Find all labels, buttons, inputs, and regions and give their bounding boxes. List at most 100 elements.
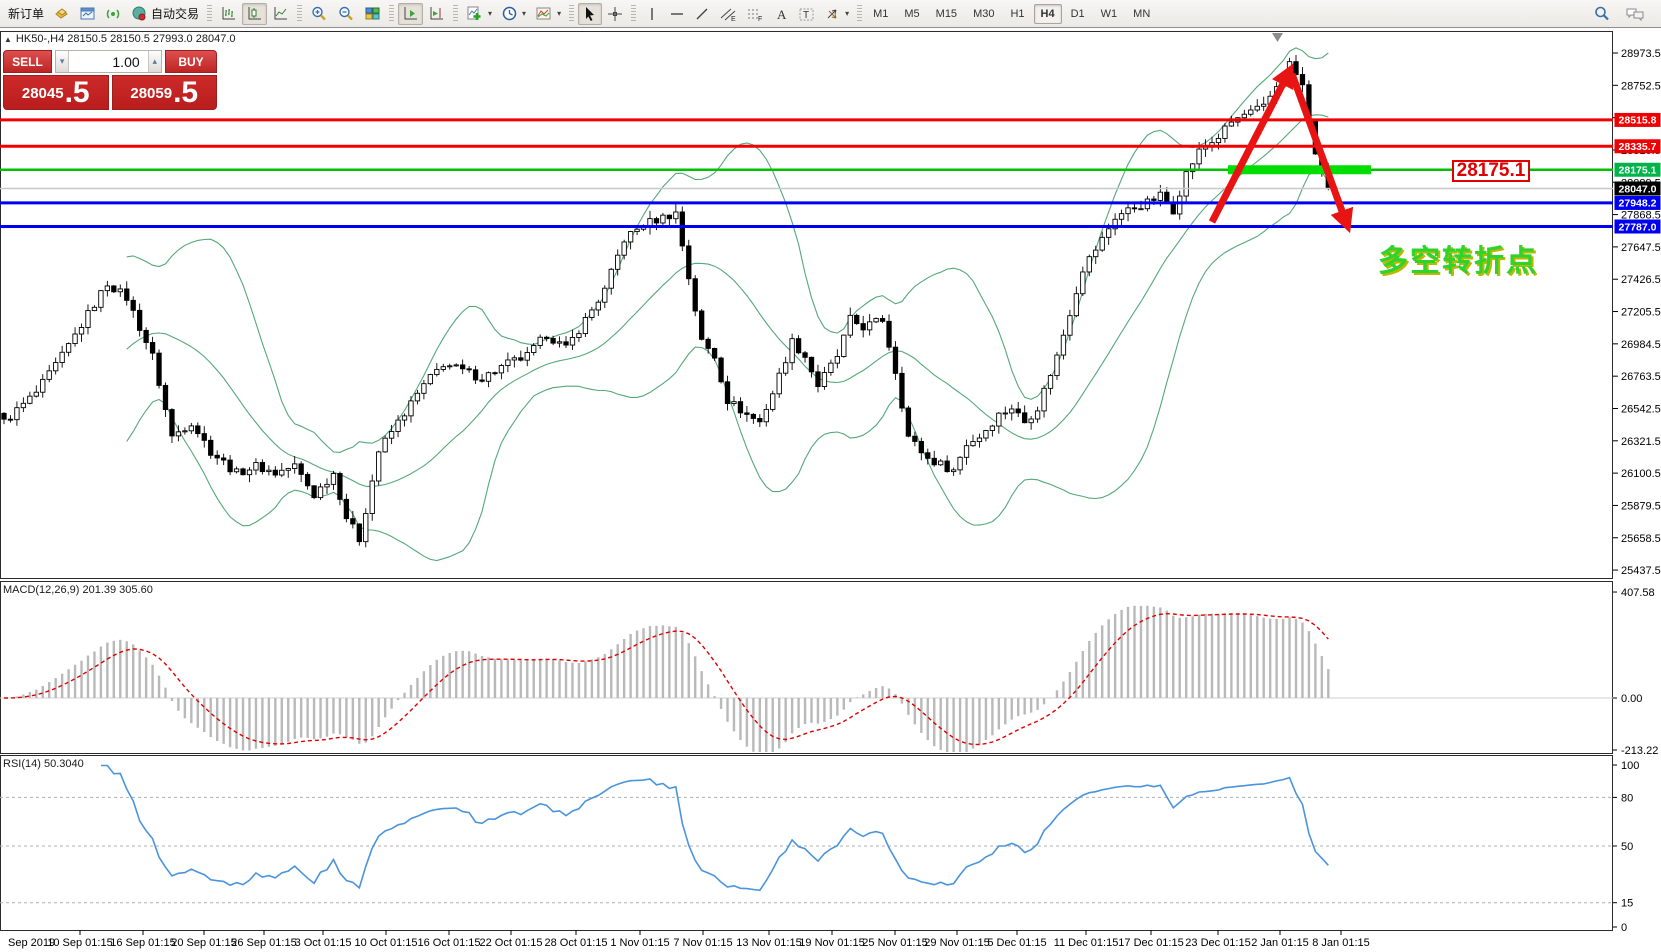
svg-text:29 Nov 01:15: 29 Nov 01:15 — [924, 937, 989, 949]
add-indicator-icon — [466, 5, 484, 22]
svg-text:0.00: 0.00 — [1621, 693, 1642, 705]
buy-price-main: 28059 — [130, 81, 172, 107]
svg-text:25658.5: 25658.5 — [1621, 533, 1661, 545]
auto-scroll-button[interactable] — [398, 3, 423, 25]
chart-window-icon — [79, 5, 96, 22]
text-tool-button[interactable]: A — [769, 3, 793, 25]
chevron-down-icon: ▾ — [522, 9, 526, 18]
svg-text:13 Nov 01:15: 13 Nov 01:15 — [736, 937, 801, 949]
svg-text:407.58: 407.58 — [1621, 587, 1655, 599]
bar-chart-mode-button[interactable] — [216, 3, 241, 25]
zoom-out-button[interactable] — [333, 3, 359, 25]
zoom-in-button[interactable] — [306, 3, 332, 25]
cursor-icon — [582, 6, 598, 22]
volume-input[interactable] — [69, 51, 147, 72]
candlestick-mode-button[interactable] — [242, 3, 267, 25]
crosshair-icon — [607, 6, 623, 22]
svg-text:27787.0: 27787.0 — [1619, 221, 1657, 233]
toolbar-grip[interactable] — [389, 5, 394, 23]
chart-shift-button[interactable] — [424, 3, 449, 25]
search-icon — [1593, 5, 1611, 23]
clock-icon — [501, 5, 518, 22]
toolbar-grip[interactable] — [631, 5, 636, 23]
template-button[interactable]: ▾ — [531, 3, 565, 25]
buy-price[interactable]: 28059 .5 — [112, 75, 218, 110]
svg-text:23 Dec 01:15: 23 Dec 01:15 — [1185, 937, 1250, 949]
svg-text:3 Oct 01:15: 3 Oct 01:15 — [295, 937, 352, 949]
arrows-tool-button[interactable]: ▾ — [820, 3, 853, 25]
timeframe-m1[interactable]: M1 — [866, 4, 895, 24]
vertical-line-tool-button[interactable] — [640, 3, 664, 25]
svg-text:26100.5: 26100.5 — [1621, 468, 1661, 480]
chart-plot[interactable]: 28973.528752.528531.528310.528089.527868… — [0, 0, 1661, 952]
svg-text:28515.8: 28515.8 — [1619, 115, 1657, 127]
timeframe-d1[interactable]: D1 — [1064, 4, 1092, 24]
toolbar-grip[interactable] — [453, 5, 458, 23]
price-level-callout[interactable]: 28175.1 — [1452, 160, 1530, 182]
sell-price[interactable]: 28045 .5 — [3, 75, 109, 110]
svg-text:10 Sep 01:15: 10 Sep 01:15 — [47, 937, 112, 949]
volume-increase-button[interactable]: ▴ — [148, 51, 161, 72]
sell-button[interactable]: SELL — [3, 50, 52, 73]
market-watch-button[interactable] — [49, 3, 74, 25]
new-chart-button[interactable] — [75, 3, 100, 25]
svg-text:-213.22: -213.22 — [1621, 745, 1658, 757]
toolbar-grip[interactable] — [569, 5, 574, 23]
period-button[interactable]: ▾ — [497, 3, 530, 25]
svg-text:28047.0: 28047.0 — [1619, 183, 1657, 195]
expand-panel-icon[interactable]: ▲ — [4, 35, 12, 44]
svg-text:26542.5: 26542.5 — [1621, 403, 1661, 415]
fibonacci-icon: F — [746, 6, 764, 22]
svg-text:8 Jan 01:15: 8 Jan 01:15 — [1312, 937, 1370, 949]
svg-text:10 Oct 01:15: 10 Oct 01:15 — [355, 937, 418, 949]
search-button[interactable] — [1589, 3, 1615, 25]
add-indicator-button[interactable]: ▾ — [462, 3, 496, 25]
svg-text:28973.5: 28973.5 — [1621, 48, 1661, 60]
svg-text:20 Sep 01:15: 20 Sep 01:15 — [171, 937, 236, 949]
timeframe-m5[interactable]: M5 — [897, 4, 926, 24]
svg-text:80: 80 — [1621, 792, 1633, 804]
timeframe-m15[interactable]: M15 — [929, 4, 964, 24]
horizontal-line-icon — [669, 6, 685, 22]
svg-text:27647.5: 27647.5 — [1621, 242, 1661, 254]
annotation-text[interactable]: 多空转折点 — [1378, 236, 1538, 280]
timeframe-m30[interactable]: M30 — [966, 4, 1001, 24]
toolbar-grip[interactable] — [857, 5, 862, 23]
chart-shift-icon — [428, 5, 445, 22]
main-toolbar: 新订单 自动交易 ▾ ▾ — [0, 0, 1661, 28]
buy-price-frac: .5 — [173, 79, 198, 107]
signals-button[interactable] — [101, 3, 126, 25]
timeframe-mn[interactable]: MN — [1126, 4, 1157, 24]
chat-icon — [1625, 5, 1645, 22]
new-order-button[interactable]: 新订单 — [4, 3, 48, 25]
svg-text:26321.5: 26321.5 — [1621, 436, 1661, 448]
text-label-tool-button[interactable]: T — [794, 3, 819, 25]
symbol-info: ▲ HK50-,H4 28150.5 28150.5 27993.0 28047… — [4, 33, 236, 45]
svg-text:27205.5: 27205.5 — [1621, 307, 1661, 319]
auto-trading-button[interactable]: 自动交易 — [127, 3, 203, 25]
toolbar-grip[interactable] — [207, 5, 212, 23]
cursor-tool-button[interactable] — [578, 3, 602, 25]
volume-decrease-button[interactable]: ▾ — [56, 51, 69, 72]
channel-tool-button[interactable]: E — [715, 3, 741, 25]
svg-text:28 Oct 01:15: 28 Oct 01:15 — [545, 937, 608, 949]
timeframe-w1[interactable]: W1 — [1094, 4, 1125, 24]
crosshair-tool-button[interactable] — [603, 3, 627, 25]
chat-button[interactable] — [1621, 3, 1649, 25]
tile-windows-button[interactable] — [360, 3, 385, 25]
auto-trading-label: 自动交易 — [151, 5, 199, 22]
svg-text:0: 0 — [1621, 922, 1627, 934]
toolbar-grip[interactable] — [297, 5, 302, 23]
timeframe-h1[interactable]: H1 — [1003, 4, 1031, 24]
svg-text:28752.5: 28752.5 — [1621, 80, 1661, 92]
trendline-tool-button[interactable] — [690, 3, 714, 25]
timeframe-h4[interactable]: H4 — [1034, 4, 1062, 24]
fibonacci-tool-button[interactable]: F — [742, 3, 768, 25]
buy-button[interactable]: BUY — [165, 50, 217, 73]
horizontal-line-tool-button[interactable] — [665, 3, 689, 25]
zoom-in-icon — [310, 5, 328, 23]
svg-text:2 Jan 01:15: 2 Jan 01:15 — [1251, 937, 1309, 949]
line-chart-mode-button[interactable] — [268, 3, 293, 25]
svg-text:25879.5: 25879.5 — [1621, 500, 1661, 512]
rsi-indicator-label: RSI(14) 50.3040 — [3, 758, 84, 770]
